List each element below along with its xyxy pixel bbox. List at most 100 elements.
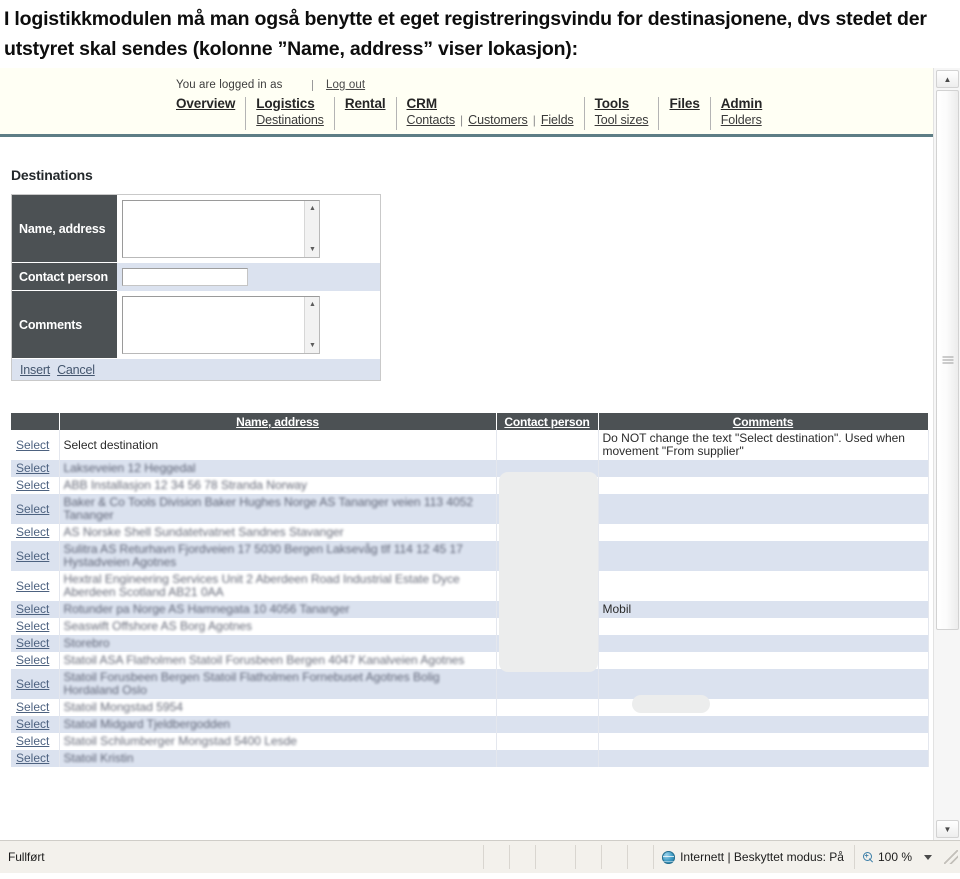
redacted-text: Storebro (63, 636, 110, 650)
table-cell-comments (598, 618, 929, 635)
status-cell-group (483, 845, 653, 869)
scrollbar-thumb[interactable] (936, 90, 959, 630)
table-row: Select Statoil Schlumberger Mongstad 5400… (11, 733, 929, 750)
globe-icon (662, 850, 676, 864)
chevron-down-icon[interactable] (924, 854, 932, 860)
caption-line-2: utstyret skal sendes (kolonne ”Name, add… (4, 38, 578, 60)
scroll-down-icon[interactable]: ▼ (936, 820, 959, 838)
menu-item-overview[interactable]: Overview (176, 96, 235, 112)
table-cell-select: Select (11, 494, 60, 524)
select-row-link[interactable]: Select (16, 700, 49, 714)
label-comments: Comments (12, 291, 117, 359)
menu-item-tools[interactable]: Tools (595, 96, 649, 112)
redacted-text: Statoil Schlumberger Mongstad 5400 Lesde (63, 734, 297, 748)
browser-status-bar: Fullført Internett | Beskyttet modus: På… (0, 840, 960, 873)
name-address-textarea[interactable]: ▲ ▼ (122, 200, 320, 258)
redacted-text: Statoil Forusbeen Bergen Statoil Flathol… (63, 670, 440, 697)
redacted-text: Sulitra AS Returhavn Fjordveien 17 5030 … (63, 542, 463, 569)
table-cell-name-address: Sulitra AS Returhavn Fjordveien 17 5030 … (59, 541, 497, 571)
select-row-link[interactable]: Select (16, 677, 49, 691)
select-row-link[interactable]: Select (16, 636, 49, 650)
menu-item-customers[interactable]: Customers (468, 113, 528, 128)
logout-link[interactable]: Log out (326, 79, 365, 91)
table-cell-name-address: Rotunder pa Norge AS Hamnegata 10 4056 T… (59, 601, 497, 618)
resize-grip-icon[interactable] (944, 850, 958, 864)
contact-person-input[interactable] (122, 268, 248, 286)
menu-item-files[interactable]: Files (669, 96, 699, 112)
menu-item-destinations[interactable]: Destinations (256, 113, 324, 128)
menu-item-crm[interactable]: CRM (407, 96, 574, 112)
redacted-text: Seaswift Offshore AS Borg Agotnes (63, 619, 253, 633)
table-cell-name-address: Statoil Mongstad 5954 (59, 699, 497, 716)
redacted-text: Lakseveien 12 Heggedal (63, 461, 196, 475)
select-row-link[interactable]: Select (16, 579, 49, 593)
select-row-link[interactable]: Select (16, 734, 49, 748)
security-zone-text: Internett | Beskyttet modus: På (680, 850, 844, 864)
security-zone-indicator[interactable]: Internett | Beskyttet modus: På (653, 845, 854, 869)
status-cell (535, 845, 575, 869)
table-cell-name-address: Lakseveien 12 Heggedal (59, 460, 497, 477)
table-cell-select: Select (11, 635, 60, 652)
select-row-link[interactable]: Select (16, 653, 49, 667)
scroll-up-icon[interactable]: ▲ (936, 70, 959, 88)
menu-item-logistics[interactable]: Logistics (256, 96, 324, 112)
select-row-link[interactable]: Select (16, 619, 49, 633)
scroll-down-icon[interactable]: ▼ (305, 243, 320, 256)
redacted-text: AS Norske Shell Sundatetvatnet Sandnes S… (63, 525, 344, 539)
insert-link[interactable]: Insert (20, 363, 50, 377)
table-cell-name-address: Statoil ASA Flatholmen Statoil Forusbeen… (59, 652, 497, 669)
status-cell (509, 845, 535, 869)
scroll-up-icon[interactable]: ▲ (305, 202, 320, 215)
redacted-text: Hextral Engineering Services Unit 2 Aber… (63, 572, 460, 599)
table-cell-name-address: Select destination (59, 430, 497, 460)
status-cell (483, 845, 509, 869)
menu-item-rental[interactable]: Rental (345, 96, 386, 112)
menu-group-tools: Tools Tool sizes (585, 96, 659, 128)
nav-bottom-rule (0, 134, 933, 137)
redacted-text: Statoil Kristin (63, 751, 134, 765)
textarea-scrollbar[interactable]: ▲ ▼ (304, 297, 319, 353)
page-scrollbar[interactable]: ▲ ▼ (933, 68, 960, 840)
table-row: Select Hextral Engineering Services Unit … (11, 571, 929, 601)
select-row-link[interactable]: Select (16, 549, 49, 563)
table-row: Select Statoil Forusbeen Bergen Statoil F… (11, 669, 929, 699)
submenu-separator: | (532, 113, 536, 127)
select-row-link[interactable]: Select (16, 478, 49, 492)
select-row-link[interactable]: Select (16, 502, 49, 516)
menu-item-fields[interactable]: Fields (541, 113, 574, 128)
textarea-scrollbar[interactable]: ▲ ▼ (304, 201, 319, 257)
select-row-link[interactable]: Select (16, 438, 49, 452)
select-row-link[interactable]: Select (16, 717, 49, 731)
submenu-admin: Folders (721, 113, 763, 128)
form-row-contact-person: Contact person (12, 263, 380, 291)
table-cell-name-address: ABB Installasjon 12 34 56 78 Stranda Nor… (59, 477, 497, 494)
select-row-link[interactable]: Select (16, 525, 49, 539)
select-row-link[interactable]: Select (16, 461, 49, 475)
zoom-control[interactable]: + 100 % (853, 845, 938, 869)
table-row: Select Statoil Kristin (11, 750, 929, 767)
menu-item-tool-sizes[interactable]: Tool sizes (595, 113, 649, 128)
status-cell (627, 845, 653, 869)
comments-textarea[interactable]: ▲ ▼ (122, 296, 320, 354)
scroll-down-icon[interactable]: ▼ (305, 339, 320, 352)
menu-item-folders[interactable]: Folders (721, 113, 762, 128)
status-cell (601, 845, 627, 869)
form-row-comments: Comments ▲ ▼ (12, 291, 380, 359)
select-row-link[interactable]: Select (16, 602, 49, 616)
cancel-link[interactable]: Cancel (57, 363, 95, 377)
redacted-text: Baker & Co Tools Division Baker Hughes N… (63, 495, 474, 522)
destinations-table: Name, address Contact person Comments Se… (11, 413, 929, 767)
redacted-text: Statoil Midgard Tjeldbergodden (63, 717, 231, 731)
table-row: Select Storebro (11, 635, 929, 652)
menu-item-admin[interactable]: Admin (721, 96, 763, 112)
table-cell-select: Select (11, 699, 60, 716)
menu-item-contacts[interactable]: Contacts (407, 113, 456, 128)
table-cell-contact-person (496, 699, 599, 716)
menu-group-admin: Admin Folders (711, 96, 773, 128)
login-status-line: You are logged in as Log out (176, 79, 365, 91)
table-body: Select Select destination Do NOT change th… (11, 430, 929, 767)
table-row: Select Seaswift Offshore AS Borg Agotnes (11, 618, 929, 635)
select-row-link[interactable]: Select (16, 751, 49, 765)
table-row: Select Sulitra AS Returhavn Fjordveien 17… (11, 541, 929, 571)
scroll-up-icon[interactable]: ▲ (305, 298, 320, 311)
